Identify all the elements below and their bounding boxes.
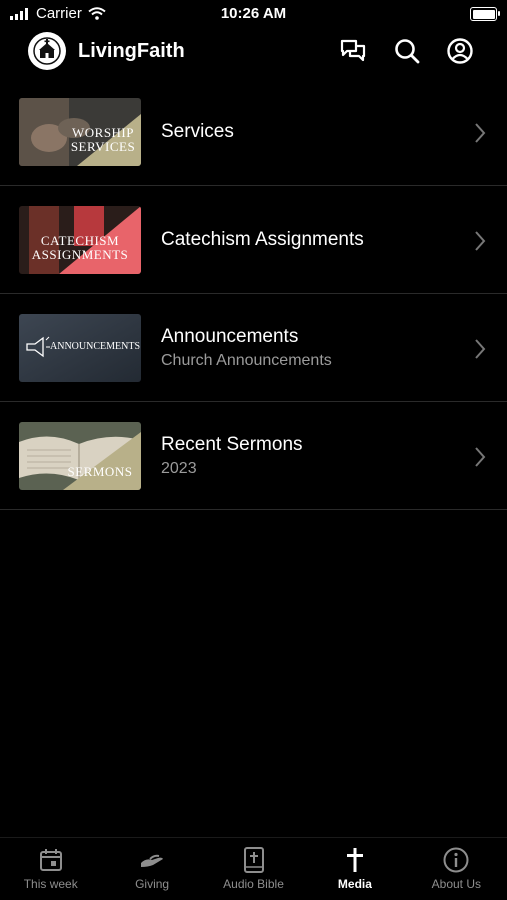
media-list: WORSHIP SERVICES Services CATECHISM ASSI… xyxy=(0,78,507,510)
chevron-right-icon xyxy=(475,123,486,143)
tab-label: This week xyxy=(23,877,78,891)
thumb-text: SERVICES xyxy=(70,139,136,155)
giving-hand-icon xyxy=(141,854,164,867)
services-thumbnail: WORSHIP SERVICES xyxy=(19,98,141,166)
bible-icon xyxy=(243,847,264,873)
thumb-text: ASSIGNMENTS xyxy=(31,247,129,263)
tab-label: Audio Bible xyxy=(223,877,284,891)
thumb-text: ANNOUNCEMENTS xyxy=(50,341,140,352)
catechism-thumbnail: CATECHISM ASSIGNMENTS xyxy=(19,206,141,274)
tab-audio-bible[interactable]: Audio Bible xyxy=(203,838,304,900)
announcements-thumbnail: ANNOUNCEMENTS xyxy=(19,314,141,382)
media-item-catechism[interactable]: CATECHISM ASSIGNMENTS Catechism Assignme… xyxy=(0,186,507,294)
media-item-announcements[interactable]: ANNOUNCEMENTS Announcements Church Annou… xyxy=(0,294,507,402)
media-item-title: Announcements xyxy=(161,326,299,347)
sermons-thumbnail: SERMONS xyxy=(19,422,141,490)
media-item-subtitle: 2023 xyxy=(161,460,197,477)
status-bar: Carrier 10:26 AM xyxy=(0,0,507,28)
tab-label: Giving xyxy=(135,877,170,891)
media-item-title: Catechism Assignments xyxy=(161,229,364,250)
media-item-title: Recent Sermons xyxy=(161,434,303,455)
media-item-subtitle: Church Announcements xyxy=(161,352,332,369)
status-time: 10:26 AM xyxy=(220,5,287,22)
thumb-text: CATECHISM xyxy=(40,233,120,248)
tab-bar: This week Giving Audio Bible Media About… xyxy=(0,837,507,900)
media-item-title: Services xyxy=(161,121,234,142)
chevron-right-icon xyxy=(475,447,486,467)
media-item-recent-sermons[interactable]: SERMONS Recent Sermons 2023 xyxy=(0,402,507,510)
cross-icon xyxy=(346,848,363,872)
account-icon[interactable] xyxy=(445,36,475,66)
tab-about-us[interactable]: About Us xyxy=(406,838,507,900)
chat-icon[interactable] xyxy=(338,36,368,66)
church-logo-icon xyxy=(33,37,61,65)
app-title: LivingFaith xyxy=(78,40,185,62)
tab-media[interactable]: Media xyxy=(304,838,405,900)
tab-this-week[interactable]: This week xyxy=(0,838,101,900)
thumb-text: SERMONS xyxy=(67,464,133,479)
calendar-icon xyxy=(39,849,62,871)
media-item-services[interactable]: WORSHIP SERVICES Services xyxy=(0,78,507,186)
tab-label: About Us xyxy=(431,877,481,891)
info-icon xyxy=(443,847,469,873)
tab-label: Media xyxy=(337,877,372,891)
chevron-right-icon xyxy=(475,339,486,359)
search-icon[interactable] xyxy=(392,36,422,66)
battery-icon xyxy=(470,7,500,21)
thumb-text: WORSHIP xyxy=(71,125,134,140)
church-logo[interactable] xyxy=(28,32,66,70)
tab-giving[interactable]: Giving xyxy=(101,838,202,900)
chevron-right-icon xyxy=(475,231,486,251)
app-header: LivingFaith xyxy=(0,30,507,78)
